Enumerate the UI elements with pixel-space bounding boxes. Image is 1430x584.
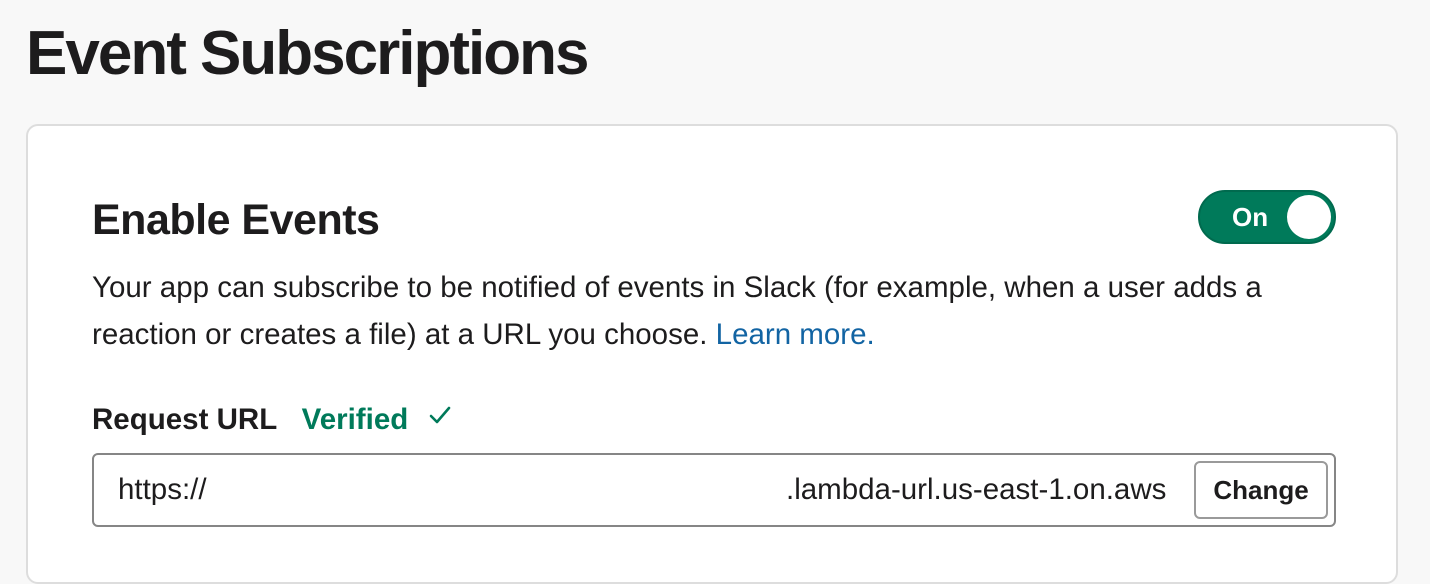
enable-events-toggle[interactable]: On (1198, 190, 1336, 244)
section-title: Enable Events (92, 196, 380, 244)
change-button[interactable]: Change (1194, 461, 1328, 519)
description-text: Your app can subscribe to be notified of… (92, 271, 1262, 351)
request-url-field: .lambda-url.us-east-1.on.aws Change (92, 453, 1336, 527)
request-url-header: Request URL Verified (92, 398, 451, 442)
learn-more-link[interactable]: Learn more. (716, 318, 875, 351)
verified-status: Verified (301, 403, 409, 436)
request-url-label: Request URL (92, 403, 278, 436)
toggle-label: On (1232, 202, 1269, 232)
toggle-knob (1287, 195, 1331, 239)
enable-events-card: Enable Events On Your app can subscribe … (26, 124, 1398, 584)
redacted-url-section (216, 459, 788, 521)
enable-events-description: Your app can subscribe to be notified of… (92, 264, 1352, 358)
check-icon (429, 406, 451, 431)
request-url-suffix: .lambda-url.us-east-1.on.aws (786, 473, 1167, 506)
page-title: Event Subscriptions (26, 19, 589, 88)
